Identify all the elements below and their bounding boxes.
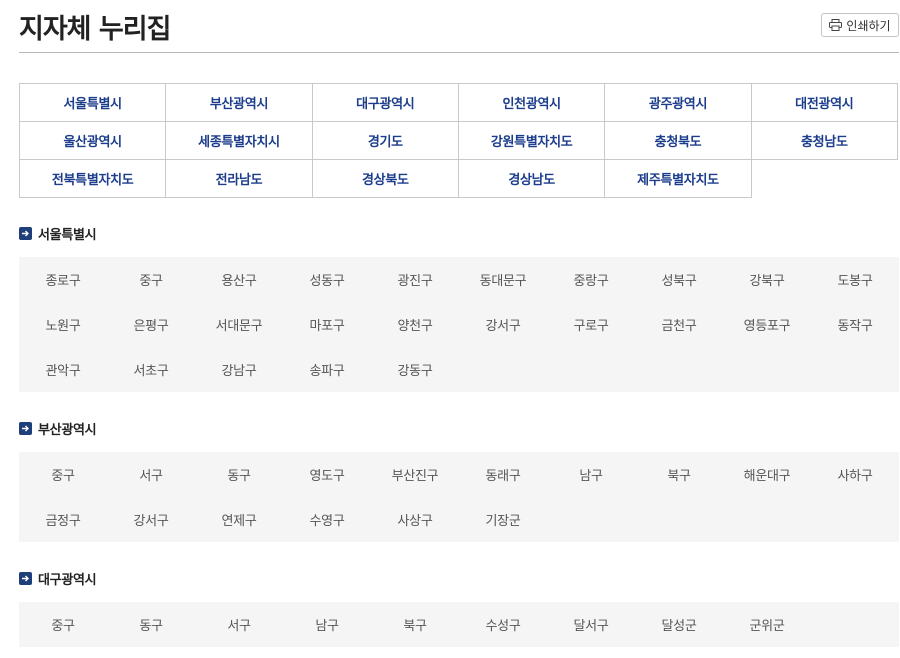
district-list: 중구 동구 서구 남구 북구 수성구 달서구 달성군 군위군 [19,602,899,647]
district-link[interactable]: 강동구 [371,347,459,392]
district-link[interactable]: 서구 [107,452,195,497]
print-button-label: 인쇄하기 [846,18,891,33]
region-link-busan[interactable]: 부산광역시 [166,84,313,122]
district-link[interactable]: 동구 [195,452,283,497]
district-link[interactable]: 송파구 [283,347,371,392]
region-link-seoul[interactable]: 서울특별시 [20,84,167,122]
district-link[interactable]: 동구 [107,602,195,647]
district-link[interactable]: 북구 [635,452,723,497]
region-link-chungbuk[interactable]: 충청북도 [605,122,752,160]
district-link[interactable]: 노원구 [19,302,107,347]
district-link[interactable]: 은평구 [107,302,195,347]
district-link[interactable]: 강북구 [723,257,811,302]
section-seoul: 서울특별시 종로구 중구 용산구 성동구 광진구 동대문구 중랑구 성북구 강북… [19,223,899,392]
region-link-jeonbuk[interactable]: 전북특별자치도 [20,160,167,198]
district-link[interactable]: 수영구 [283,497,371,542]
region-link-jeonnam[interactable]: 전라남도 [166,160,313,198]
district-list: 종로구 중구 용산구 성동구 광진구 동대문구 중랑구 성북구 강북구 도봉구 … [19,257,899,392]
region-link-daegu[interactable]: 대구광역시 [312,84,459,122]
district-link[interactable]: 동대문구 [459,257,547,302]
page-title: 지자체 누리집 [19,14,171,45]
district-link[interactable]: 용산구 [195,257,283,302]
district-link[interactable]: 구로구 [547,302,635,347]
district-link[interactable]: 남구 [547,452,635,497]
section-title: 대구광역시 [19,568,899,588]
district-link[interactable]: 중구 [107,257,195,302]
district-link[interactable]: 종로구 [19,257,107,302]
print-button[interactable]: 인쇄하기 [821,13,899,37]
arrow-right-icon [19,571,32,585]
region-link-gangwon[interactable]: 강원특별자치도 [458,122,606,160]
district-link[interactable]: 사상구 [371,497,459,542]
district-link[interactable]: 성동구 [283,257,371,302]
district-link[interactable]: 서구 [195,602,283,647]
district-link[interactable]: 동작구 [811,302,899,347]
district-link[interactable]: 중랑구 [547,257,635,302]
region-link-incheon[interactable]: 인천광역시 [458,84,606,122]
region-grid-empty-cell [752,160,898,198]
region-link-daejeon[interactable]: 대전광역시 [751,84,898,122]
district-link[interactable]: 양천구 [371,302,459,347]
section-title: 서울특별시 [19,223,899,243]
region-link-gyeongbuk[interactable]: 경상북도 [312,160,459,198]
region-link-gwangju[interactable]: 광주광역시 [605,84,752,122]
district-list: 중구 서구 동구 영도구 부산진구 동래구 남구 북구 해운대구 사하구 금정구… [19,452,899,542]
district-link[interactable]: 중구 [19,452,107,497]
district-link[interactable]: 서대문구 [195,302,283,347]
district-link[interactable]: 광진구 [371,257,459,302]
district-link[interactable]: 달성군 [635,602,723,647]
region-link-gyeongnam[interactable]: 경상남도 [458,160,606,198]
district-link[interactable]: 사하구 [811,452,899,497]
region-link-jeju[interactable]: 제주특별자치도 [605,160,752,198]
district-link[interactable]: 해운대구 [723,452,811,497]
section-title-label: 부산광역시 [38,422,97,438]
district-link[interactable]: 기장군 [459,497,547,542]
district-link[interactable]: 부산진구 [371,452,459,497]
region-link-gyeonggi[interactable]: 경기도 [312,122,459,160]
district-link[interactable]: 북구 [371,602,459,647]
arrow-right-icon [19,226,32,240]
district-link[interactable]: 달서구 [547,602,635,647]
page-header: 지자체 누리집 인쇄하기 [19,0,899,53]
section-busan: 부산광역시 중구 서구 동구 영도구 부산진구 동래구 남구 북구 해운대구 사… [19,418,899,542]
section-title: 부산광역시 [19,418,899,438]
printer-icon [829,19,843,31]
district-link[interactable]: 성북구 [635,257,723,302]
district-link[interactable]: 남구 [283,602,371,647]
district-link[interactable]: 마포구 [283,302,371,347]
region-grid: 서울특별시 부산광역시 대구광역시 인천광역시 광주광역시 대전광역시 울산광역… [19,83,898,198]
district-link[interactable]: 영등포구 [723,302,811,347]
district-link[interactable]: 도봉구 [811,257,899,302]
district-link[interactable]: 금정구 [19,497,107,542]
section-title-label: 대구광역시 [38,572,97,588]
district-link[interactable]: 수성구 [459,602,547,647]
district-link[interactable]: 강서구 [107,497,195,542]
district-link[interactable]: 동래구 [459,452,547,497]
district-link[interactable]: 서초구 [107,347,195,392]
district-link[interactable]: 금천구 [635,302,723,347]
district-link[interactable]: 관악구 [19,347,107,392]
district-link[interactable]: 연제구 [195,497,283,542]
section-daegu: 대구광역시 중구 동구 서구 남구 북구 수성구 달서구 달성군 군위군 [19,568,899,647]
district-link[interactable]: 강서구 [459,302,547,347]
district-link[interactable]: 영도구 [283,452,371,497]
arrow-right-icon [19,421,32,435]
district-link[interactable]: 강남구 [195,347,283,392]
district-link[interactable]: 군위군 [723,602,811,647]
region-link-chungnam[interactable]: 충청남도 [751,122,898,160]
region-link-ulsan[interactable]: 울산광역시 [20,122,167,160]
section-title-label: 서울특별시 [38,227,97,243]
district-link[interactable]: 중구 [19,602,107,647]
region-link-sejong[interactable]: 세종특별자치시 [166,122,313,160]
